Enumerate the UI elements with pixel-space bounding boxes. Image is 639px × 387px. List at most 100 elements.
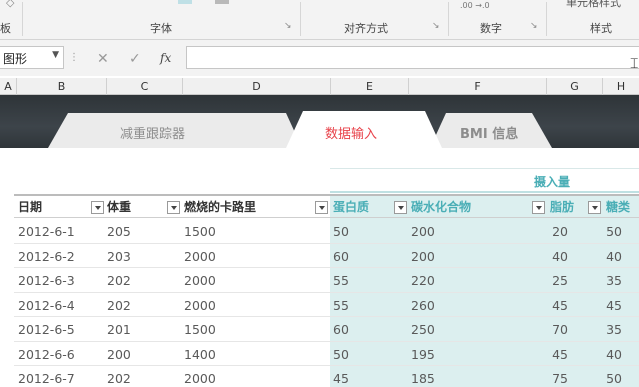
format-painter-icon[interactable]: ◇ xyxy=(6,0,14,9)
cell-sugar[interactable]: 45 xyxy=(600,293,622,318)
cell-sugar[interactable]: 40 xyxy=(600,342,622,367)
cell-calories[interactable]: 2000 xyxy=(184,366,304,387)
cell-weight[interactable]: 202 xyxy=(107,268,167,293)
table-row: 2012-6-7 202 2000 45 185 75 50 xyxy=(0,366,639,387)
header-weight: 体重 xyxy=(107,200,132,214)
cell-date[interactable]: 2012-6-3 xyxy=(18,268,98,293)
cell-protein[interactable]: 50 xyxy=(333,342,393,367)
cell-weight[interactable]: 202 xyxy=(107,366,167,387)
table-row: 2012-6-3 202 2000 55 220 25 35 xyxy=(0,268,639,293)
filter-dropdown-fat[interactable] xyxy=(588,201,601,214)
filter-dropdown-carbs[interactable] xyxy=(532,201,545,214)
cell-fat[interactable]: 45 xyxy=(520,342,568,367)
cell-protein[interactable]: 55 xyxy=(333,293,393,318)
navigation-band: 减重跟踪器 数据输入 BMI 信息 xyxy=(0,95,639,148)
cell-sugar[interactable]: 40 xyxy=(600,244,622,269)
font-launcher-icon[interactable]: ↘ xyxy=(284,21,292,31)
number-launcher-icon[interactable]: ↘ xyxy=(530,21,538,31)
cell-date[interactable]: 2012-6-6 xyxy=(18,342,98,367)
cell-sugar[interactable]: 35 xyxy=(600,268,622,293)
header-carbs: 碳水化合物 xyxy=(411,200,472,214)
cell-sugar[interactable]: 50 xyxy=(600,366,622,387)
col-header-h[interactable]: H xyxy=(602,78,639,95)
col-header-c[interactable]: C xyxy=(106,78,182,95)
cell-sugar[interactable]: 50 xyxy=(600,219,622,244)
cell-protein[interactable]: 50 xyxy=(333,219,393,244)
enter-icon[interactable]: ✓ xyxy=(129,51,141,67)
ribbon-group-font: 字体 xyxy=(150,22,172,35)
cell-carbs[interactable]: 185 xyxy=(411,366,511,387)
cancel-icon[interactable]: ✕ xyxy=(97,51,109,67)
cell-date[interactable]: 2012-6-4 xyxy=(18,293,98,318)
cell-weight[interactable]: 202 xyxy=(107,293,167,318)
col-header-a[interactable]: A xyxy=(0,78,16,95)
formula-input[interactable] xyxy=(186,46,639,69)
intake-group-header: 摄入量 xyxy=(534,175,571,189)
col-header-f[interactable]: F xyxy=(408,78,546,95)
ribbon-group-styles: 样式 xyxy=(590,22,612,35)
cell-fat[interactable]: 40 xyxy=(520,244,568,269)
cell-weight[interactable]: 201 xyxy=(107,317,167,342)
ribbon-separator xyxy=(300,2,301,36)
font-color-button[interactable] xyxy=(215,0,229,4)
cell-carbs[interactable]: 200 xyxy=(411,244,511,269)
cell-protein[interactable]: 60 xyxy=(333,244,393,269)
cell-fat[interactable]: 25 xyxy=(520,268,568,293)
name-box-value: 图形 xyxy=(3,52,28,66)
cell-carbs[interactable]: 200 xyxy=(411,219,511,244)
cell-protein[interactable]: 55 xyxy=(333,268,393,293)
tab-data-entry[interactable]: 数据输入 xyxy=(325,123,377,142)
cell-calories[interactable]: 2000 xyxy=(184,268,304,293)
cell-carbs[interactable]: 260 xyxy=(411,293,511,318)
ribbon-group-number: 数字 xyxy=(480,22,502,35)
tab-bmi-info[interactable]: BMI 信息 xyxy=(460,123,518,142)
col-header-d[interactable]: D xyxy=(182,78,330,95)
cell-carbs[interactable]: 220 xyxy=(411,268,511,293)
intake-header-area xyxy=(330,168,639,193)
cell-carbs[interactable]: 195 xyxy=(411,342,511,367)
cell-calories[interactable]: 1500 xyxy=(184,219,304,244)
cell-sugar[interactable]: 35 xyxy=(600,317,622,342)
cell-fat[interactable]: 45 xyxy=(520,293,568,318)
col-header-g[interactable]: G xyxy=(546,78,602,95)
cell-calories[interactable]: 1500 xyxy=(184,317,304,342)
header-calories: 燃烧的卡路里 xyxy=(184,200,257,214)
header-protein: 蛋白质 xyxy=(333,200,370,214)
mouse-cursor-icon: ⌶ xyxy=(630,56,639,72)
cell-calories[interactable]: 2000 xyxy=(184,293,304,318)
cell-weight[interactable]: 205 xyxy=(107,219,167,244)
ribbon-separator xyxy=(448,2,449,36)
cell-date[interactable]: 2012-6-7 xyxy=(18,366,98,387)
chevron-down-icon[interactable]: ▼ xyxy=(52,50,59,60)
filter-dropdown-weight[interactable] xyxy=(167,201,180,214)
cell-date[interactable]: 2012-6-2 xyxy=(18,244,98,269)
filter-dropdown-date[interactable] xyxy=(91,201,104,214)
col-header-e[interactable]: E xyxy=(330,78,408,95)
filter-dropdown-protein[interactable] xyxy=(394,201,407,214)
cell-weight[interactable]: 203 xyxy=(107,244,167,269)
cell-weight[interactable]: 200 xyxy=(107,342,167,367)
cell-calories[interactable]: 1400 xyxy=(184,342,304,367)
cell-fat[interactable]: 75 xyxy=(520,366,568,387)
name-box[interactable]: 图形 ▼ xyxy=(0,46,64,69)
col-header-b[interactable]: B xyxy=(16,78,106,95)
cell-date[interactable]: 2012-6-5 xyxy=(18,317,98,342)
cell-carbs[interactable]: 250 xyxy=(411,317,511,342)
more-icon: ⋮ xyxy=(69,52,79,63)
cell-protein[interactable]: 60 xyxy=(333,317,393,342)
cell-fat[interactable]: 20 xyxy=(520,219,568,244)
alignment-launcher-icon[interactable]: ↘ xyxy=(432,21,440,31)
decimal-icons[interactable]: .00 →.0 xyxy=(460,1,490,10)
cell-calories[interactable]: 2000 xyxy=(184,244,304,269)
cell-date[interactable]: 2012-6-1 xyxy=(18,219,98,244)
header-fat: 脂肪 xyxy=(550,200,575,214)
cell-fat[interactable]: 70 xyxy=(520,317,568,342)
table-row: 2012-6-6 200 1400 50 195 45 40 xyxy=(0,342,639,367)
fill-color-button[interactable] xyxy=(178,0,192,4)
ribbon: ◇ 板 字体 ↘ 对齐方式 ↘ .00 →.0 数字 ↘ 单元格样式 样式 xyxy=(0,0,639,40)
cell-styles-button[interactable]: 单元格样式 xyxy=(566,0,621,10)
tab-weight-tracker[interactable]: 减重跟踪器 xyxy=(120,123,185,142)
filter-dropdown-calories[interactable] xyxy=(315,201,328,214)
insert-function-icon[interactable]: fx xyxy=(160,51,171,65)
cell-protein[interactable]: 45 xyxy=(333,366,393,387)
